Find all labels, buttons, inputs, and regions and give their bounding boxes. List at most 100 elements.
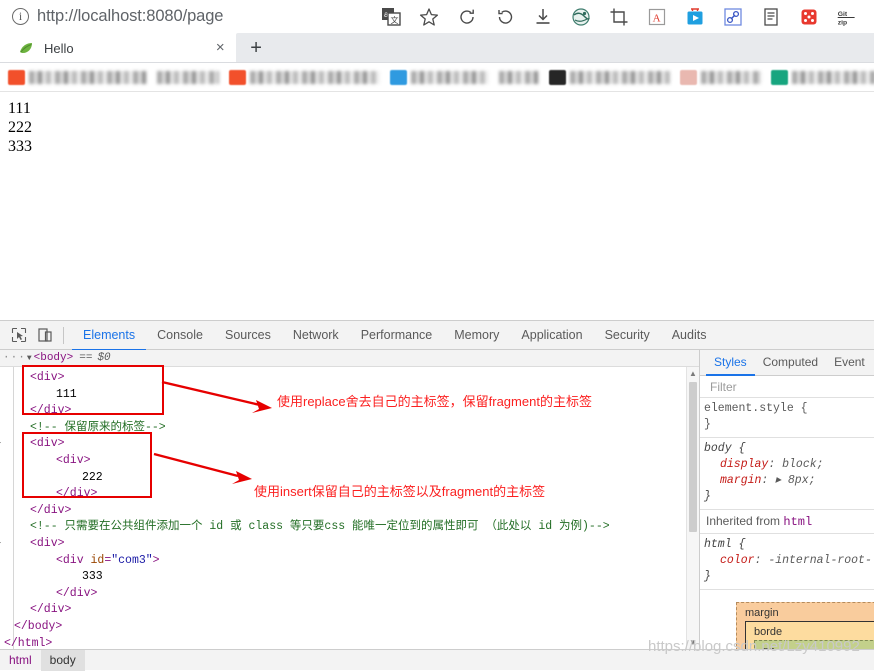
dom-comment-1[interactable]: <!-- 保留原来的标签--> (4, 420, 699, 437)
css-rule-element-style[interactable]: element.style { } (700, 398, 874, 438)
dom-node-div-close-2[interactable]: </div> (4, 503, 699, 520)
breadcrumb-body[interactable]: body (40, 649, 85, 671)
bookmark-item[interactable] (771, 69, 874, 85)
devtools-body: ··· ▼ <body> == $0 <div> 111 </div> <!-- (0, 350, 874, 649)
download-icon[interactable] (532, 6, 554, 28)
page-content: 111 222 333 (0, 92, 874, 311)
tab-computed[interactable]: Computed (755, 350, 826, 376)
bookmark-favicon (549, 69, 566, 85)
scrollbar-thumb[interactable] (689, 382, 697, 532)
url-text[interactable]: http://localhost:8080/page (37, 7, 223, 26)
dom-node-html-close[interactable]: </html> (4, 636, 699, 650)
dollar-zero-ref: $0 (97, 352, 111, 364)
styles-filter-input[interactable]: Filter (700, 376, 874, 398)
device-toolbar-icon[interactable] (32, 322, 58, 348)
box-model-margin[interactable]: margin borde pa (736, 602, 874, 649)
scroll-up-icon[interactable]: ▲ (687, 367, 699, 380)
dom-node-div-close-4[interactable]: </div> (4, 602, 699, 619)
dom-tag: <div> (30, 437, 65, 451)
box-model-padding[interactable]: pa (754, 640, 874, 649)
address-bar[interactable]: i http://localhost:8080/page (6, 7, 223, 26)
css-declaration-margin[interactable]: margin: ▸ 8px; (704, 473, 870, 489)
bookmark-item[interactable] (390, 69, 489, 85)
tab-elements[interactable]: Elements (72, 321, 147, 351)
refresh-circle-icon[interactable] (456, 6, 478, 28)
gitzip-icon[interactable]: Git zip (836, 6, 858, 28)
css-value: ▸ 8px; (775, 474, 816, 487)
text-capture-icon[interactable]: A (646, 6, 668, 28)
expand-triangle-icon[interactable]: ▼ (27, 354, 32, 363)
collapse-triangle-icon[interactable] (0, 442, 1, 451)
bookmark-item[interactable] (680, 69, 761, 85)
devtools-toolbar: Elements Console Sources Network Perform… (0, 321, 874, 351)
dice-icon[interactable] (798, 6, 820, 28)
undo-arrow-icon[interactable] (494, 6, 516, 28)
svg-text:文: 文 (391, 15, 399, 25)
bookmark-favicon (390, 69, 407, 85)
overflow-dots[interactable]: ··· (3, 352, 26, 364)
box-model-padding-label: pa (763, 645, 874, 649)
dom-node-div-com3[interactable]: <div id="com3"> (4, 553, 699, 570)
tab-audits[interactable]: Audits (661, 321, 718, 351)
dom-breadcrumb-bar: html body (0, 649, 874, 671)
tab-performance[interactable]: Performance (350, 321, 444, 351)
dom-tag: </div> (30, 404, 72, 418)
browser-tab-hello[interactable]: Hello × (0, 33, 237, 63)
dom-tag: <div> (30, 371, 65, 384)
css-declaration-display[interactable]: display: block; (704, 457, 870, 473)
breadcrumb-html[interactable]: html (0, 650, 41, 671)
bookmark-item[interactable] (499, 70, 539, 84)
bookmark-item[interactable] (157, 70, 219, 84)
collapse-triangle-icon[interactable] (0, 541, 1, 551)
inherited-source-tag[interactable]: html (783, 515, 812, 529)
dom-node-div-open-1[interactable]: <div> (4, 370, 699, 387)
css-selector: element.style { (704, 402, 808, 415)
globe-extension-icon[interactable] (570, 6, 592, 28)
bookmark-label (499, 70, 539, 84)
dom-comment-2[interactable]: <!-- 只需要在公共组件添加一个 id 或 class 等只要css 能唯一定… (4, 519, 699, 536)
info-circle-icon[interactable]: i (12, 8, 29, 25)
dom-attr-value: "com3" (111, 553, 153, 567)
dom-tag-close-bracket: > (152, 553, 160, 567)
translate-icon[interactable]: a 文 (380, 6, 402, 28)
bookmark-favicon (680, 69, 697, 85)
link-extension-icon[interactable] (722, 6, 744, 28)
css-rule-html[interactable]: html { color: -internal-root- } (700, 534, 874, 590)
css-property: color (720, 554, 755, 567)
toolbar-divider (63, 326, 64, 344)
css-property: display (720, 458, 769, 471)
dom-node-div-open-2[interactable]: <div> (0, 436, 699, 453)
bookmark-item[interactable] (549, 69, 670, 85)
dom-node-div-open-4[interactable]: <div> (0, 536, 699, 553)
tab-sources[interactable]: Sources (214, 321, 282, 351)
inspect-element-icon[interactable] (6, 322, 32, 348)
close-icon[interactable]: × (212, 40, 228, 56)
dom-text-333[interactable]: 333 (4, 569, 699, 586)
tab-styles[interactable]: Styles (706, 350, 755, 376)
dom-node-div-open-3[interactable]: <div> (4, 453, 699, 470)
css-declaration-color[interactable]: color: -internal-root- (704, 553, 872, 569)
page-line-3: 333 (8, 137, 32, 155)
dom-node-div-close-com3[interactable]: </div> (4, 586, 699, 603)
tab-network[interactable]: Network (282, 321, 350, 351)
video-recorder-icon[interactable] (684, 6, 706, 28)
new-tab-button[interactable]: + (236, 33, 874, 63)
dom-tag: </body> (14, 619, 63, 633)
styles-pane-tabs: Styles Computed Event (700, 350, 874, 376)
dom-tree-scrollbar[interactable]: ▲ ▼ (686, 367, 699, 649)
tab-memory[interactable]: Memory (443, 321, 510, 351)
bookmark-item[interactable] (8, 69, 147, 85)
bookmark-item[interactable] (229, 69, 380, 85)
tab-security[interactable]: Security (594, 321, 661, 351)
notes-icon[interactable] (760, 6, 782, 28)
bookmark-star-icon[interactable] (418, 6, 440, 28)
box-model-border[interactable]: borde pa (745, 621, 874, 649)
css-rule-body[interactable]: body { display: block; margin: ▸ 8px; } (700, 438, 874, 510)
tab-application[interactable]: Application (510, 321, 593, 351)
dom-node-body-close[interactable]: </body> (4, 619, 699, 636)
tab-console[interactable]: Console (146, 321, 214, 351)
tab-event-listeners[interactable]: Event (826, 350, 873, 376)
scroll-down-icon[interactable]: ▼ (687, 636, 699, 649)
dom-tag: </div> (56, 586, 98, 600)
crop-icon[interactable] (608, 6, 630, 28)
